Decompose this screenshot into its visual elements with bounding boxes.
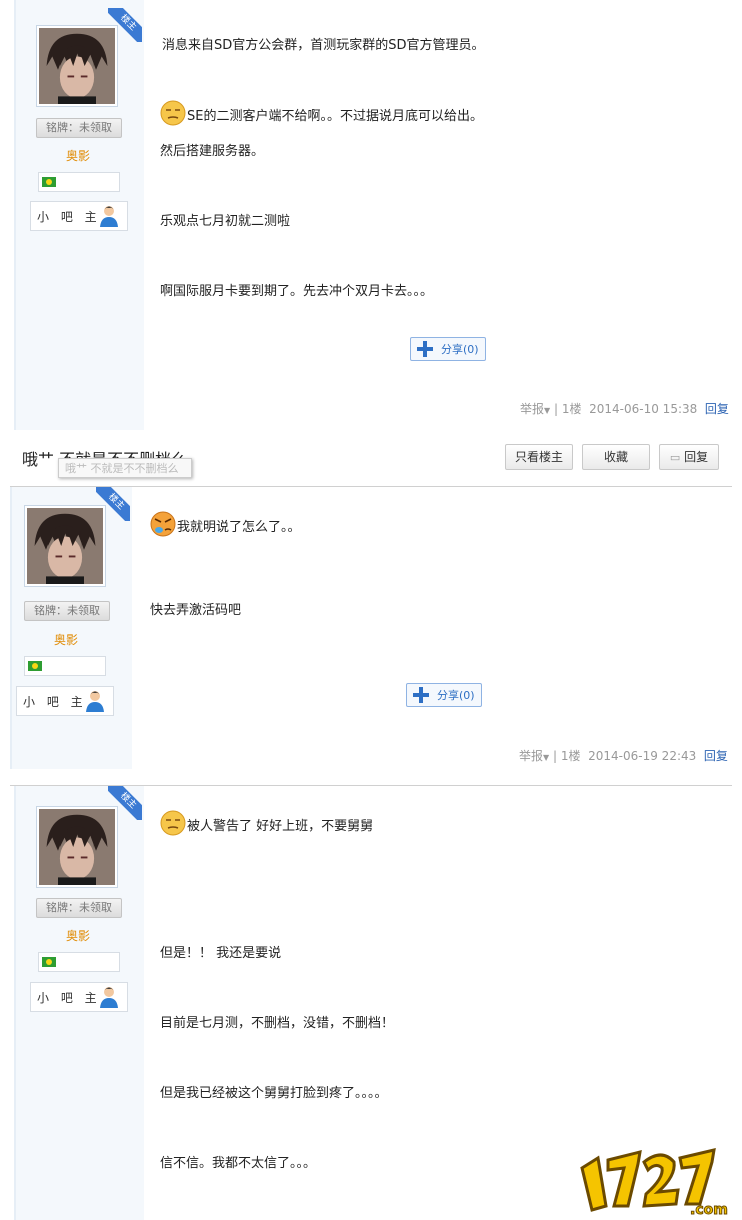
angry-emoji-icon	[150, 511, 176, 537]
reply-link[interactable]: 回复	[704, 749, 728, 763]
username[interactable]: 奥影	[36, 927, 120, 944]
username[interactable]: 奥影	[24, 631, 108, 648]
report-link[interactable]: 举报	[519, 749, 543, 763]
flag-box	[38, 952, 120, 972]
reply-link[interactable]: 回复	[705, 402, 729, 416]
post-line: 消息来自SD官方公会群，首测玩家群的SD官方管理员。	[162, 38, 485, 53]
smug-emoji-icon	[160, 810, 186, 836]
caret-down-icon: ▼	[544, 406, 551, 415]
post-1: 楼主 铭牌：未领取 奥影 小 吧 主 消息来自SD官方公会群，首测玩家群的SD官…	[0, 0, 742, 430]
role-badge: 小 吧 主	[16, 686, 114, 716]
user-icon	[100, 987, 118, 1008]
thread-bar: 哦艹 不就是不不删档么 哦艹 不就是不不删档么 只看楼主 收藏 ▭ 回复	[0, 436, 742, 486]
reply-button[interactable]: ▭ 回复	[659, 444, 719, 470]
post-time: 2014-06-19 22:43	[588, 749, 697, 763]
post-line: SE的二测客户端不给啊。。不过据说月底可以给出。	[160, 100, 483, 126]
post-line: 目前是七月测，不删档，没错，不删档！	[160, 1016, 395, 1031]
flag-box	[24, 656, 106, 676]
lz-only-button[interactable]: 只看楼主	[505, 444, 573, 470]
avatar[interactable]	[36, 806, 118, 888]
post-text: 我就明说了怎么了。。	[177, 520, 301, 535]
avatar[interactable]	[36, 25, 118, 107]
brazil-flag-icon	[42, 957, 56, 967]
post-line: 但是！！ 我还是要说	[160, 946, 282, 961]
post-line: 但是我已经被这个舅舅打脸到疼了。。。。	[160, 1086, 388, 1101]
watermark-text: .com	[690, 1202, 728, 1218]
flag-box	[38, 172, 120, 192]
post-line: 乐观点七月初就二测啦	[160, 214, 291, 229]
user-icon	[86, 691, 104, 712]
floor-number: 1楼	[560, 749, 581, 763]
post-line: 啊国际服月卡要到期了。先去冲个双月卡去。。。	[160, 284, 434, 299]
favorite-button[interactable]: 收藏	[582, 444, 650, 470]
post-line: 被人警告了 好好上班，不要舅舅	[160, 810, 373, 836]
plus-icon	[417, 341, 433, 357]
role-label: 小 吧 主	[37, 210, 101, 224]
post-text: 被人警告了 好好上班，不要舅舅	[187, 819, 374, 834]
share-label: 分享(0)	[437, 689, 475, 702]
post-line: 快去弄激活码吧	[150, 603, 242, 618]
plus-icon	[413, 687, 429, 703]
share-button[interactable]: 分享(0)	[410, 337, 486, 361]
medal-badge[interactable]: 铭牌：未领取	[36, 118, 122, 138]
brazil-flag-icon	[28, 661, 42, 671]
post-time: 2014-06-10 15:38	[589, 402, 698, 416]
comment-icon: ▭	[669, 451, 681, 464]
post-line: 然后搭建服务器。	[160, 144, 265, 159]
post-meta: 举报▼ | 1楼 2014-06-19 22:43 回复	[519, 749, 728, 763]
role-badge: 小 吧 主	[30, 982, 128, 1012]
avatar[interactable]	[24, 505, 106, 587]
caret-down-icon: ▼	[543, 753, 550, 762]
reply-button-label: 回复	[684, 450, 709, 464]
share-button[interactable]: 分享(0)	[406, 683, 482, 707]
floor-number: 1楼	[561, 402, 582, 416]
title-tooltip: 哦艹 不就是不不删档么	[58, 458, 192, 478]
post-text: SE的二测客户端不给啊。。不过据说月底可以给出。	[187, 109, 483, 124]
share-label: 分享(0)	[441, 343, 479, 356]
site-watermark-logo: .com	[580, 1148, 728, 1218]
post-line: 信不信。我都不太信了。。。	[160, 1156, 317, 1171]
brazil-flag-icon	[42, 177, 56, 187]
post-line: 我就明说了怎么了。。	[150, 511, 301, 537]
role-label: 小 吧 主	[23, 695, 87, 709]
smug-emoji-icon	[160, 100, 186, 126]
post-2: 楼主 铭牌：未领取 奥影 小 吧 主 我就明说了怎么了。。 快去弄激活码吧 分享…	[0, 487, 742, 777]
post-meta: 举报▼ | 1楼 2014-06-10 15:38 回复	[520, 402, 729, 416]
username[interactable]: 奥影	[36, 147, 120, 164]
role-label: 小 吧 主	[37, 991, 101, 1005]
medal-badge[interactable]: 铭牌：未领取	[36, 898, 122, 918]
role-badge: 小 吧 主	[30, 201, 128, 231]
user-icon	[100, 206, 118, 227]
report-link[interactable]: 举报	[520, 402, 544, 416]
medal-badge[interactable]: 铭牌：未领取	[24, 601, 110, 621]
